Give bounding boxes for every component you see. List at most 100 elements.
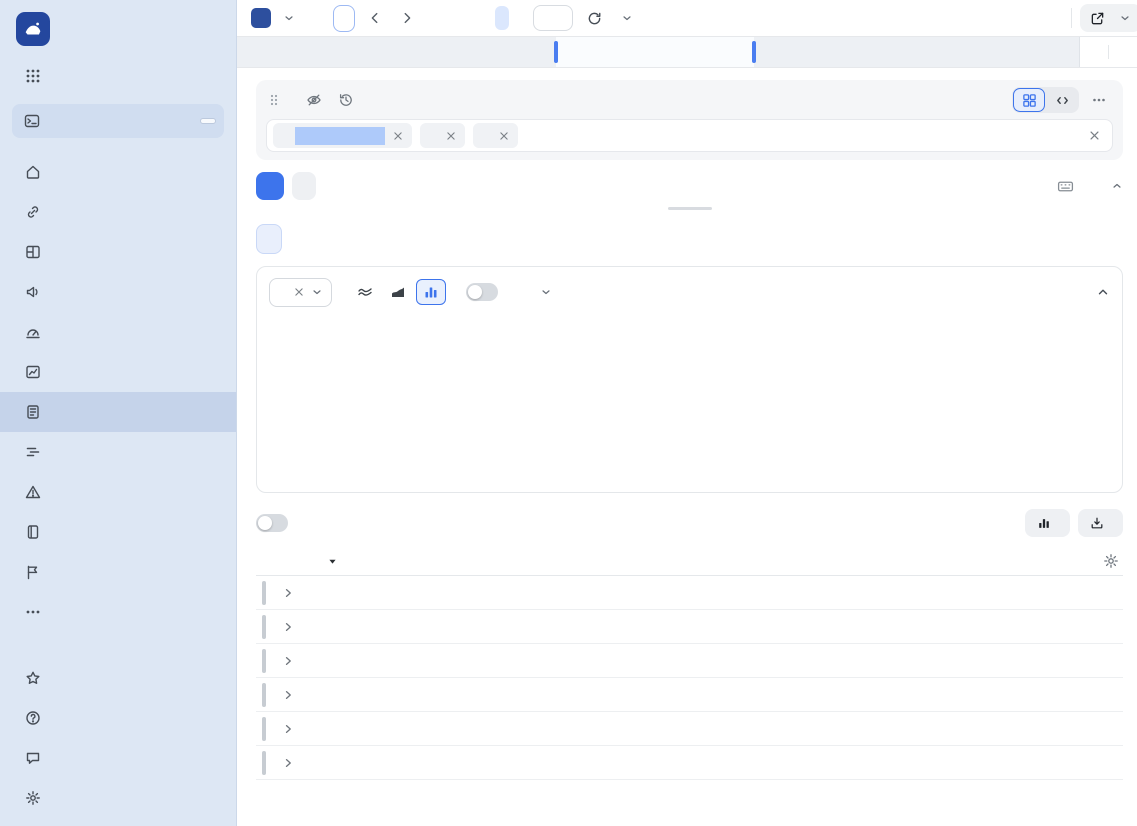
view-builder-button[interactable] bbox=[1014, 89, 1044, 111]
expand-row-button[interactable] bbox=[278, 753, 298, 773]
sidebar-item-notebooks[interactable] bbox=[0, 512, 236, 552]
share-screenshot-button[interactable] bbox=[533, 286, 552, 298]
hide-chart-button[interactable] bbox=[1025, 509, 1070, 537]
range-1h-button[interactable] bbox=[479, 6, 493, 30]
sidebar-item-metrics[interactable] bbox=[0, 352, 236, 392]
sidebar-item-traces[interactable] bbox=[0, 432, 236, 472]
tab-logs[interactable] bbox=[256, 224, 282, 254]
chart-plot[interactable] bbox=[295, 321, 1110, 447]
sidebar-item-more[interactable] bbox=[0, 592, 236, 632]
range-5m-button[interactable] bbox=[447, 6, 461, 30]
sidebar-item-contact[interactable] bbox=[0, 738, 236, 778]
query-menu-button[interactable] bbox=[1087, 88, 1111, 112]
logo[interactable] bbox=[0, 0, 236, 56]
log-row[interactable] bbox=[256, 610, 1123, 644]
one-chart-toggle[interactable] bbox=[466, 283, 507, 301]
auto-refresh-selector[interactable] bbox=[615, 5, 635, 31]
timeline-strip[interactable] bbox=[237, 37, 1079, 67]
add-query-button[interactable] bbox=[292, 172, 316, 200]
sidebar-item-dashboards[interactable] bbox=[0, 232, 236, 272]
clear-filters-button[interactable] bbox=[1086, 128, 1102, 144]
chart-type-area-button[interactable] bbox=[383, 279, 413, 305]
hide-query-button[interactable] bbox=[302, 88, 326, 112]
wrap-lines-toggle[interactable] bbox=[256, 514, 297, 532]
export-logs-button[interactable] bbox=[1078, 509, 1123, 537]
add-label-input[interactable] bbox=[526, 128, 676, 143]
expand-row-button[interactable] bbox=[278, 617, 298, 637]
time-back-button[interactable] bbox=[363, 5, 387, 31]
query-history-button[interactable] bbox=[334, 88, 358, 112]
sidebar-item-support[interactable] bbox=[0, 698, 236, 738]
expand-row-button[interactable] bbox=[278, 651, 298, 671]
share-icon bbox=[1090, 11, 1105, 26]
refresh-icon[interactable] bbox=[581, 5, 607, 31]
time-period-button[interactable] bbox=[333, 5, 355, 32]
view-code-button[interactable] bbox=[1047, 89, 1077, 111]
resize-handle[interactable] bbox=[668, 207, 712, 210]
log-row[interactable] bbox=[256, 644, 1123, 678]
drag-handle-icon[interactable] bbox=[268, 93, 280, 107]
environment-selector[interactable] bbox=[247, 5, 299, 31]
expand-row-button[interactable] bbox=[278, 583, 298, 603]
sidebar-item-quick-links[interactable] bbox=[0, 192, 236, 232]
logs-toolbar bbox=[256, 509, 1123, 537]
clear-group-by-button[interactable] bbox=[294, 287, 304, 297]
sidebar-item-alerts[interactable] bbox=[0, 272, 236, 312]
area-chart-icon bbox=[390, 284, 406, 300]
group-by-select[interactable] bbox=[269, 278, 332, 307]
main bbox=[237, 0, 1137, 826]
share-button[interactable] bbox=[1080, 4, 1137, 32]
sidebar-item-project-home[interactable] bbox=[0, 152, 236, 192]
command-palette-button[interactable] bbox=[12, 104, 224, 138]
tab-statistics[interactable] bbox=[326, 224, 358, 254]
chevron-down-icon bbox=[540, 286, 552, 298]
tab-errors[interactable] bbox=[288, 224, 320, 254]
chevron-up-icon bbox=[1096, 285, 1110, 299]
timeline-selection[interactable] bbox=[556, 37, 754, 67]
sidebar-item-all-services[interactable] bbox=[0, 56, 236, 96]
chart-type-lines-button[interactable] bbox=[350, 279, 380, 305]
filter-chip-project[interactable] bbox=[273, 123, 412, 148]
table-settings-button[interactable] bbox=[1103, 553, 1119, 569]
toggle-switch[interactable] bbox=[256, 514, 288, 532]
sidebar-item-slo[interactable] bbox=[0, 312, 236, 352]
log-row[interactable] bbox=[256, 576, 1123, 610]
expand-row-button[interactable] bbox=[278, 719, 298, 739]
filter-chip-service[interactable] bbox=[473, 123, 518, 148]
toggle-switch[interactable] bbox=[466, 283, 498, 301]
collapse-query-button[interactable] bbox=[1105, 180, 1123, 192]
zoom-in-button[interactable] bbox=[1109, 37, 1137, 67]
custom-range-input[interactable] bbox=[533, 5, 573, 31]
range-1d-button[interactable] bbox=[495, 6, 509, 30]
range-2d-button[interactable] bbox=[511, 6, 525, 30]
filter-bar[interactable] bbox=[266, 119, 1113, 152]
sidebar-item-settings[interactable] bbox=[0, 778, 236, 818]
column-header-time[interactable] bbox=[322, 556, 502, 567]
time-forward-button[interactable] bbox=[395, 5, 419, 31]
collapse-chart-button[interactable] bbox=[1096, 285, 1110, 299]
remove-filter-button[interactable] bbox=[390, 128, 406, 144]
sidebar-item-favorites[interactable] bbox=[0, 658, 236, 698]
chart-type-bars-button[interactable] bbox=[416, 279, 446, 305]
filter-chip-cluster[interactable] bbox=[420, 123, 465, 148]
remove-filter-button[interactable] bbox=[496, 128, 512, 144]
expand-row-button[interactable] bbox=[278, 685, 298, 705]
sidebar-item-project-settings[interactable] bbox=[0, 552, 236, 592]
remove-filter-button[interactable] bbox=[443, 128, 459, 144]
log-row[interactable] bbox=[256, 678, 1123, 712]
now-button[interactable] bbox=[427, 5, 435, 31]
query-card bbox=[256, 80, 1123, 160]
zoom-out-button[interactable] bbox=[1080, 37, 1108, 67]
log-row[interactable] bbox=[256, 712, 1123, 746]
log-table-header bbox=[256, 547, 1123, 576]
sidebar-item-errors[interactable] bbox=[0, 472, 236, 512]
range-30m-button[interactable] bbox=[463, 6, 477, 30]
sidebar-footer bbox=[0, 658, 236, 826]
terminal-icon bbox=[24, 113, 40, 129]
log-row[interactable] bbox=[256, 746, 1123, 780]
run-query-button[interactable] bbox=[256, 172, 284, 200]
code-view-icon bbox=[1055, 93, 1070, 108]
sidebar-item-logs[interactable] bbox=[0, 392, 236, 432]
sort-desc-icon[interactable] bbox=[327, 556, 338, 567]
divider bbox=[1071, 8, 1072, 28]
